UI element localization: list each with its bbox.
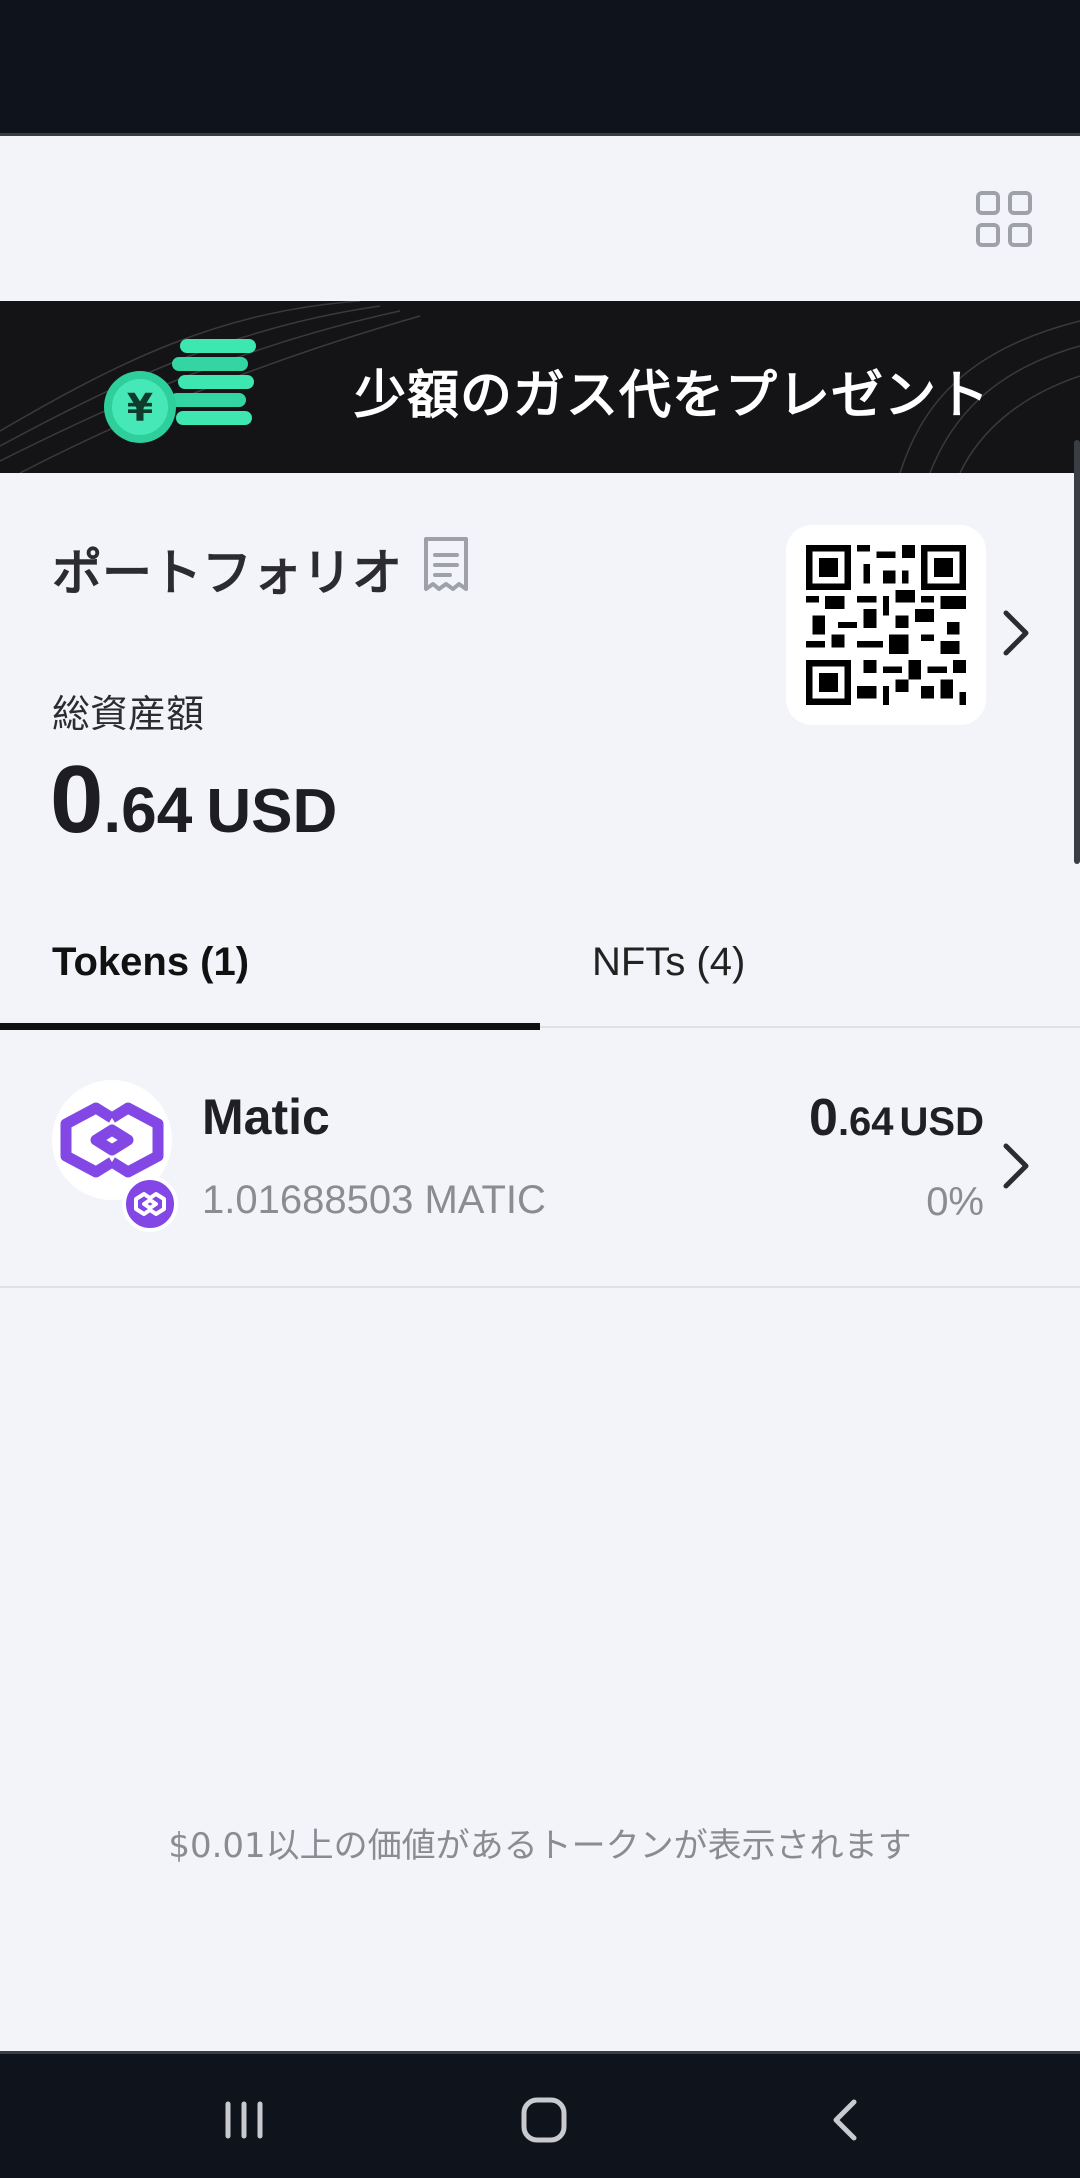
qr-code-icon: [806, 545, 966, 705]
chevron-right-icon[interactable]: [996, 603, 1036, 663]
tab-nfts-label: NFTs (4): [592, 940, 746, 984]
coins-icon: ¥: [104, 339, 256, 443]
grid-menu-icon[interactable]: [976, 191, 1032, 247]
polygon-badge-icon: [134, 1192, 166, 1216]
scroll-indicator[interactable]: [1074, 440, 1080, 864]
recents-icon[interactable]: [214, 2090, 274, 2150]
token-amount: 1.01688503 MATIC: [202, 1178, 546, 1222]
home-icon[interactable]: [514, 2090, 574, 2150]
total-value-decimal: .64: [103, 774, 193, 846]
token-change: 0%: [926, 1180, 984, 1224]
tab-tokens-label: Tokens (1): [52, 940, 250, 984]
token-threshold-note: $0.01以上の価値があるトークンが表示されます: [168, 1826, 912, 1866]
token-value-currency: USD: [899, 1100, 984, 1144]
qr-code-button[interactable]: [786, 525, 986, 725]
token-row-matic[interactable]: Matic 1.01688503 MATIC 0 .64 USD 0%: [0, 1030, 1080, 1288]
token-value: 0 .64 USD: [809, 1088, 984, 1148]
network-badge: [122, 1176, 178, 1232]
back-icon[interactable]: [816, 2090, 876, 2150]
total-value-integer: 0: [50, 746, 104, 853]
asset-tabs: Tokens (1) NFTs (4): [0, 920, 1080, 1030]
app-header: [0, 139, 1080, 301]
svg-text:¥: ¥: [127, 386, 153, 430]
total-assets-label: 総資産額: [52, 692, 205, 736]
system-nav-bar: [0, 2051, 1080, 2178]
receipt-icon[interactable]: [420, 535, 472, 595]
tab-tokens[interactable]: Tokens (1): [0, 920, 540, 1030]
total-assets-value: 0 .64 USD: [50, 745, 337, 855]
status-bar: [0, 0, 1080, 136]
token-value-integer: 0: [809, 1089, 838, 1147]
banner-title: 少額のガス代をプレゼント: [354, 366, 991, 426]
total-value-currency: USD: [206, 777, 338, 846]
tab-active-indicator: [0, 1023, 540, 1030]
token-value-decimal: .64: [837, 1100, 894, 1144]
token-name: Matic: [202, 1089, 330, 1145]
promo-banner[interactable]: ¥ 少額のガス代をプレゼント: [0, 301, 1080, 473]
portfolio-title: ポートフォリオ: [52, 544, 402, 602]
tab-nfts[interactable]: NFTs (4): [540, 920, 1080, 1028]
chevron-right-icon: [1003, 1143, 1029, 1189]
